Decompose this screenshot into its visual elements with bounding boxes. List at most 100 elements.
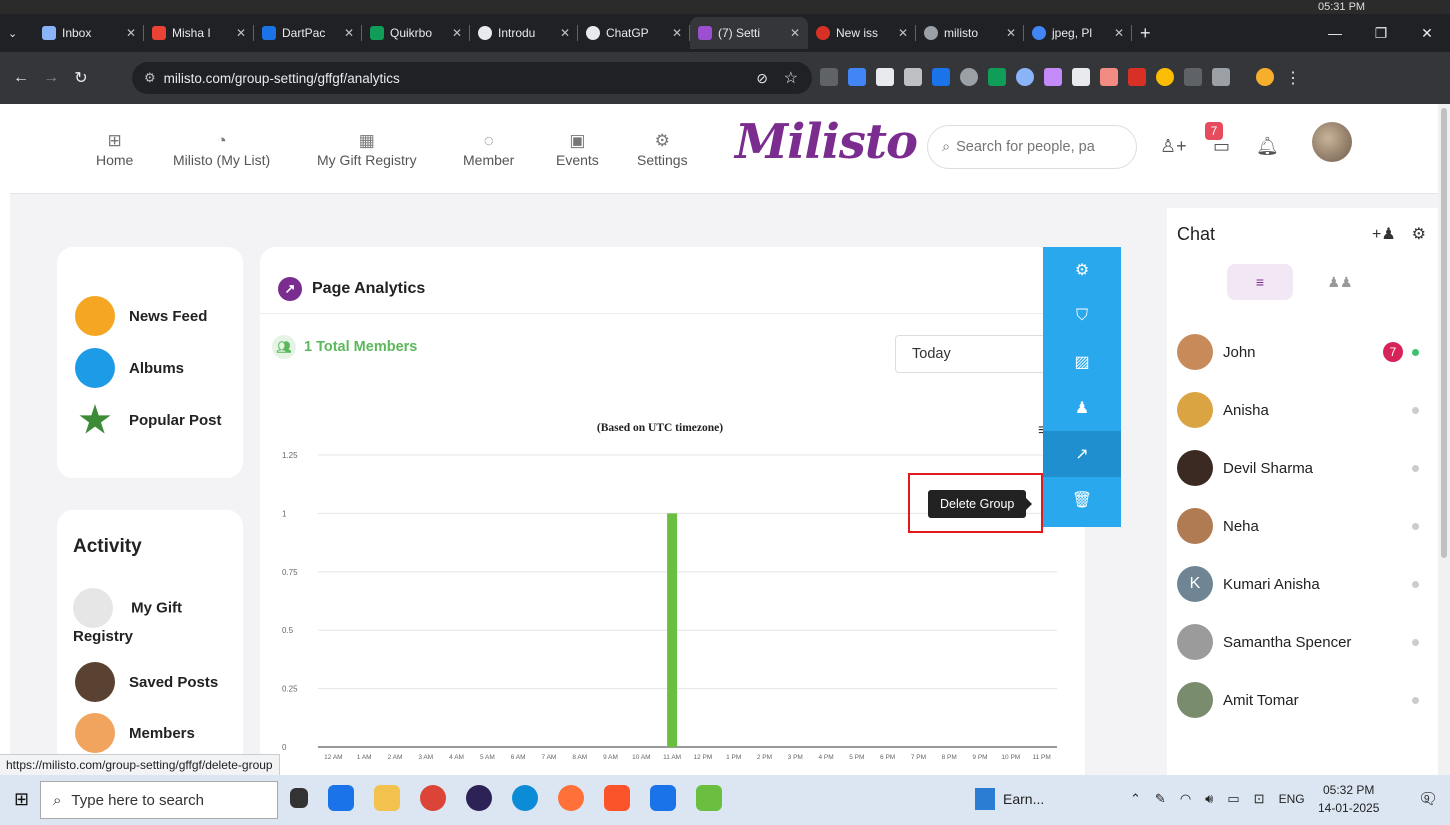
settings-menu-shield-icon[interactable]: ⛉ [1043,293,1121,339]
crx-extension-icon[interactable] [1184,68,1202,86]
tab-introduction[interactable]: Introdu ✕ [470,17,578,49]
eclipse-icon[interactable] [466,785,492,811]
reload-icon[interactable]: ↻ [66,68,96,88]
chat-contact[interactable]: Anisha [1177,390,1427,430]
search-box[interactable]: ⌕ [927,125,1137,169]
pen-icon[interactable]: ✎ [1155,791,1166,807]
battery-icon[interactable]: ▭ [1227,791,1239,807]
tab-milisto[interactable]: milisto ✕ [916,17,1024,49]
nav-home[interactable]: ⊞ Home [96,130,133,168]
puzzle-icon[interactable] [1212,68,1230,86]
sidebar-item-albums[interactable]: Albums [75,348,184,388]
chat-contact[interactable]: K Kumari Anisha [1177,564,1427,604]
chat-settings-gear-icon[interactable]: ⚙ [1412,224,1426,244]
tab-dartpad[interactable]: DartPac ✕ [254,17,362,49]
nav-member[interactable]: ◌ Member [463,130,514,168]
close-icon[interactable]: ✕ [784,26,800,40]
close-icon[interactable]: ✕ [554,26,570,40]
chrome-icon[interactable] [420,785,446,811]
nav-gift-registry[interactable]: ▦ My Gift Registry [317,130,417,168]
activity-item-saved-posts[interactable]: Saved Posts [75,662,218,702]
chat-contact[interactable]: Neha [1177,506,1427,546]
minimize-icon[interactable]: — [1312,25,1358,41]
chat-tab-contacts[interactable]: ≡ [1227,264,1293,300]
nav-settings[interactable]: ⚙ Settings [637,130,688,168]
nav-events[interactable]: ▣ Events [556,130,599,168]
close-window-icon[interactable]: ✕ [1404,25,1450,42]
close-icon[interactable]: ✕ [666,26,682,40]
close-icon[interactable]: ✕ [446,26,462,40]
settings-menu-analytics-icon[interactable]: ↗ [1043,431,1121,477]
restore-icon[interactable]: ❐ [1358,25,1404,42]
tab-quikrbooks[interactable]: Quikrbo ✕ [362,17,470,49]
orange-extension-icon[interactable] [1156,68,1174,86]
task-view-icon[interactable] [290,788,308,808]
close-icon[interactable]: ✕ [230,26,246,40]
add-group-icon[interactable]: +♟ [1372,224,1396,244]
windows-start-icon[interactable]: ⊞ [14,789,29,810]
language-indicator[interactable]: ENG [1279,792,1305,806]
taskbar-document-app[interactable]: Earn... [975,788,1044,810]
search-input[interactable] [956,139,1127,155]
firefox-icon[interactable] [558,785,584,811]
close-icon[interactable]: ✕ [1108,26,1124,40]
chart-app-icon[interactable] [696,785,722,811]
wifi-icon[interactable]: ◠ [1180,791,1191,807]
f-extension-icon[interactable] [932,68,950,86]
g-extension-icon[interactable] [960,68,978,86]
milisto-logo[interactable]: Milisto [735,114,918,170]
profile-avatar-icon[interactable] [1256,68,1274,86]
screen-extension-icon[interactable] [876,68,894,86]
settings-menu-trash-icon[interactable]: 🗑︎ [1043,477,1121,523]
sidebar-item-news-feed[interactable]: News Feed [75,296,207,336]
pen-extension-icon[interactable] [1044,68,1062,86]
sidebar-item-popular-post[interactable]: ★ Popular Post [75,400,222,440]
chat-contact[interactable]: John 7 [1177,332,1427,372]
chrome-profile-icon[interactable] [328,785,354,811]
close-icon[interactable]: ✕ [120,26,136,40]
tab-new-issue[interactable]: New iss ✕ [808,17,916,49]
forward-icon[interactable]: → [36,69,66,87]
brave-icon[interactable] [604,785,630,811]
settings-menu-gear-icon[interactable]: ⚙ [1043,247,1121,293]
settings-menu-users-icon[interactable]: ♟ [1043,385,1121,431]
chevron-up-icon[interactable]: ⌃ [1130,791,1141,807]
activity-item-members[interactable]: Members [75,713,195,753]
flower-extension-icon[interactable] [1016,68,1034,86]
tab-inbox[interactable]: Inbox ✕ [34,17,144,49]
back-icon[interactable]: ← [6,69,36,87]
activity-item-gift-registry[interactable]: My Gift Registry [73,588,233,645]
tab-jpeg[interactable]: jpeg, Pl ✕ [1024,17,1132,49]
translate-extension-icon[interactable] [848,68,866,86]
edge-icon[interactable] [512,785,538,811]
eye-off-icon[interactable]: ⊘ [756,70,768,87]
new-extension-icon[interactable] [1128,68,1146,86]
close-icon[interactable]: ✕ [1000,26,1016,40]
cursor-extension-icon[interactable] [1072,68,1090,86]
n-extension-icon[interactable] [988,68,1006,86]
tab-search-button[interactable]: ⌄ [0,17,34,49]
close-icon[interactable]: ✕ [892,26,908,40]
chat-contact[interactable]: Samantha Spencer [1177,622,1427,662]
chat-contact[interactable]: Amit Tomar [1177,680,1427,720]
kebab-menu-icon[interactable]: ⋮ [1284,68,1302,87]
site-info-icon[interactable]: ⚙ [144,70,156,86]
notification-center[interactable]: 🗨︎ 9 [1418,789,1438,809]
file-explorer-icon[interactable] [374,785,400,811]
url-field[interactable]: ⚙ milisto.com/group-setting/gffgf/analyt… [132,62,812,94]
bell-icon[interactable]: 🔔︎ [1256,136,1279,157]
scrollbar-thumb[interactable] [1441,108,1447,558]
tab-misha[interactable]: Misha I ✕ [144,17,254,49]
taskbar-search[interactable]: ⌕ Type here to search [40,781,278,819]
chat-contact[interactable]: Devil Sharma [1177,448,1427,488]
close-icon[interactable]: ✕ [338,26,354,40]
network-icon[interactable]: ⊡ [1254,791,1265,807]
user-avatar[interactable] [1312,122,1352,162]
taskbar-clock[interactable]: 05:32 PM 14-01-2025 [1318,781,1379,817]
nav-my-list[interactable]: ◔ Milisto (My List) [173,130,270,168]
tab-chatgpt[interactable]: ChatGP ✕ [578,17,690,49]
add-friend-icon[interactable]: ♙+ [1160,136,1187,157]
bookmark-star-icon[interactable]: ☆ [784,68,798,88]
chat-tab-groups[interactable]: ♟♟ [1307,264,1373,300]
volume-icon[interactable]: 🔊︎ [1205,791,1213,807]
